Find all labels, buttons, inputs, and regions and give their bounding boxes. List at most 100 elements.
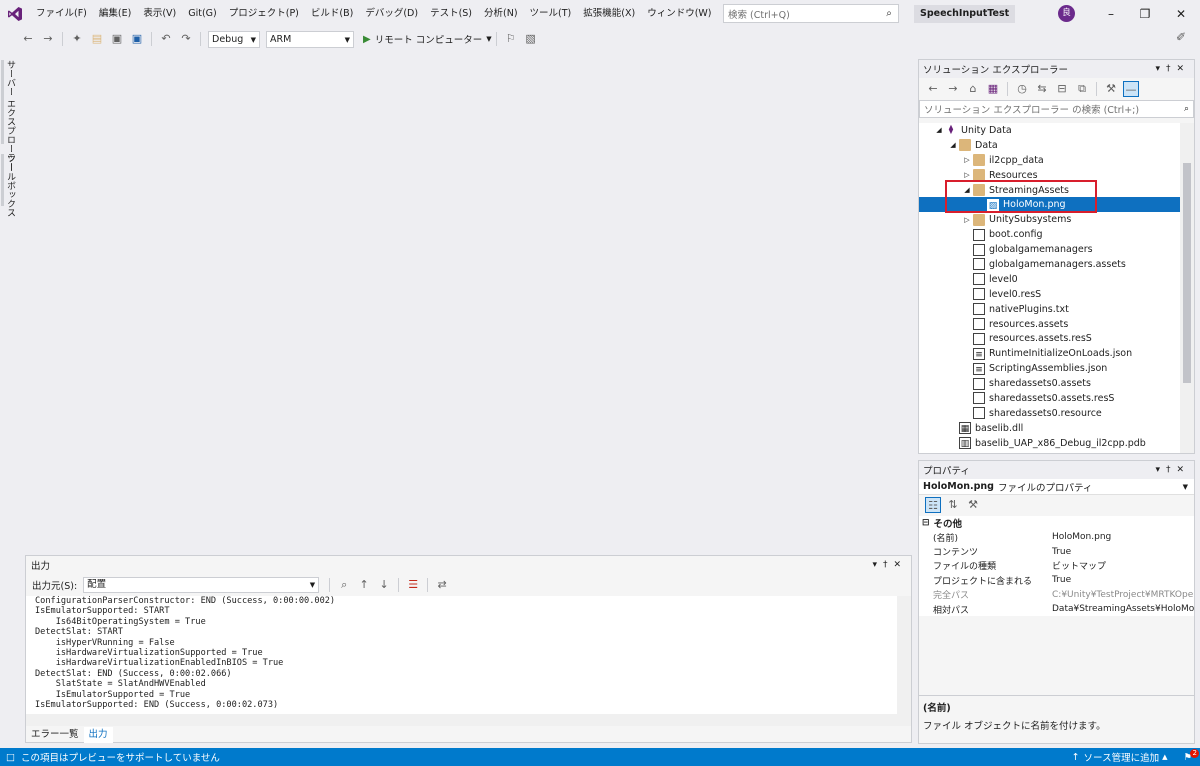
- output-text[interactable]: ConfigurationParserConstructor: END (Suc…: [26, 596, 897, 714]
- tree-item[interactable]: level0.resS: [919, 287, 1181, 302]
- property-row[interactable]: 完全パス C:¥Unity¥TestProject¥MRTKOpenX: [919, 588, 1194, 602]
- run-remote-button[interactable]: ▶ リモート コンピューター ▼: [363, 32, 492, 47]
- pending-changes-icon[interactable]: ◷: [1014, 81, 1030, 97]
- property-value[interactable]: Data¥StreamingAssets¥HoloMon: [1049, 604, 1194, 614]
- switch-views-icon[interactable]: ▦: [985, 81, 1001, 97]
- find-message-icon[interactable]: ⌕: [336, 577, 352, 593]
- show-all-files-icon[interactable]: ⧉: [1074, 81, 1090, 97]
- source-control-button[interactable]: ソース管理に追加: [1084, 750, 1160, 764]
- tree-item[interactable]: ≡ RuntimeInitializeOnLoads.json: [919, 346, 1181, 361]
- collapse-all-icon[interactable]: ⊟: [1054, 81, 1070, 97]
- tree-item[interactable]: resources.assets: [919, 317, 1181, 332]
- clear-all-icon[interactable]: ☰: [405, 577, 421, 593]
- property-row[interactable]: 相対パス Data¥StreamingAssets¥HoloMon: [919, 602, 1194, 616]
- search-icon[interactable]: ⌕: [880, 8, 898, 19]
- property-row[interactable]: プロジェクトに含まれる True: [919, 573, 1194, 587]
- menu-item[interactable]: 編集(E): [93, 0, 137, 28]
- categorized-icon[interactable]: ☷: [925, 497, 941, 513]
- output-source-select[interactable]: 配置 ▼: [83, 577, 320, 593]
- maximize-icon[interactable]: ❐: [1128, 0, 1162, 28]
- back-icon[interactable]: ←: [20, 31, 36, 47]
- save-icon[interactable]: ▣: [109, 31, 125, 47]
- tree-item[interactable]: ◢ Data: [919, 138, 1181, 153]
- collapsed-arrow-icon[interactable]: ▷: [961, 171, 973, 179]
- previous-message-icon[interactable]: ↑: [356, 577, 372, 593]
- toolbox-tab[interactable]: ツールボックス: [4, 154, 17, 217]
- tab-output[interactable]: 出力: [83, 727, 113, 743]
- screenshot-icon[interactable]: ▧: [523, 31, 539, 47]
- tree-item[interactable]: globalgamemanagers: [919, 242, 1181, 257]
- tree-item[interactable]: ▷ UnitySubsystems: [919, 212, 1181, 227]
- menu-item[interactable]: 拡張機能(X): [577, 0, 641, 28]
- menu-item[interactable]: Git(G): [182, 0, 223, 28]
- menu-item[interactable]: テスト(S): [424, 0, 478, 28]
- menu-item[interactable]: ツール(T): [524, 0, 578, 28]
- user-avatar[interactable]: 良: [1058, 5, 1075, 22]
- new-project-icon[interactable]: ✦: [69, 31, 85, 47]
- minimize-icon[interactable]: –: [1094, 0, 1128, 28]
- property-value[interactable]: HoloMon.png: [1049, 532, 1194, 542]
- solution-name-badge[interactable]: SpeechInputTest: [914, 5, 1016, 23]
- property-value[interactable]: True: [1049, 575, 1194, 585]
- search-icon[interactable]: ⌕: [1184, 104, 1189, 114]
- alphabetical-icon[interactable]: ⇅: [945, 497, 961, 513]
- expanded-arrow-icon[interactable]: ◢: [947, 141, 959, 149]
- menu-item[interactable]: ウィンドウ(W): [641, 0, 717, 28]
- tree-item[interactable]: nativePlugins.txt: [919, 302, 1181, 317]
- forward-icon[interactable]: →: [945, 81, 961, 97]
- tree-item[interactable]: ▷ il2cpp_data: [919, 153, 1181, 168]
- tree-item[interactable]: ≡ ScriptingAssemblies.json: [919, 361, 1181, 376]
- properties-wrench-icon[interactable]: ⚒: [1103, 81, 1119, 97]
- menu-item[interactable]: 表示(V): [137, 0, 182, 28]
- menu-item[interactable]: デバッグ(D): [359, 0, 424, 28]
- save-all-icon[interactable]: ▣: [129, 31, 145, 47]
- tree-item[interactable]: ◢ ⧫ Unity Data: [919, 123, 1181, 138]
- tree-item[interactable]: ▦ baselib.dll: [919, 421, 1181, 436]
- redo-icon[interactable]: ↷: [178, 31, 194, 47]
- output-vertical-scrollbar[interactable]: [897, 596, 911, 726]
- tree-item[interactable]: sharedassets0.assets: [919, 376, 1181, 391]
- tree-item[interactable]: ▥ baselib_UAP_x86_Debug_il2cpp.pdb: [919, 436, 1181, 451]
- tree-item[interactable]: level0: [919, 272, 1181, 287]
- properties-object-select[interactable]: HoloMon.png ファイルのプロパティ ▼: [919, 479, 1194, 495]
- open-folder-icon[interactable]: ▤: [89, 31, 105, 47]
- property-row[interactable]: ファイルの種類 ビットマップ: [919, 559, 1194, 573]
- menu-item[interactable]: ビルド(B): [305, 0, 359, 28]
- search-input[interactable]: 検索 (Ctrl+Q) ⌕: [723, 4, 899, 23]
- next-message-icon[interactable]: ↓: [376, 577, 392, 593]
- property-row[interactable]: (名前) HoloMon.png: [919, 530, 1194, 544]
- tree-item[interactable]: resources.assets.resS: [919, 331, 1181, 346]
- find-in-files-icon[interactable]: ⚐: [503, 31, 519, 47]
- output-horizontal-scrollbar[interactable]: [26, 714, 897, 726]
- property-row[interactable]: コンテンツ True: [919, 544, 1194, 559]
- tree-item[interactable]: sharedassets0.assets.resS: [919, 391, 1181, 406]
- menu-item[interactable]: 分析(N): [478, 0, 524, 28]
- expanded-arrow-icon[interactable]: ◢: [933, 126, 945, 134]
- tab-error-list[interactable]: エラー一覧: [26, 727, 84, 743]
- tree-item[interactable]: globalgamemanagers.assets: [919, 257, 1181, 272]
- property-category[interactable]: ⊟ その他: [919, 516, 1194, 530]
- forward-icon[interactable]: →: [40, 31, 56, 47]
- visual-studio-logo-icon[interactable]: [0, 0, 30, 28]
- close-icon[interactable]: ✕: [1164, 0, 1198, 28]
- notifications-icon[interactable]: ⚑ 2: [1183, 748, 1199, 763]
- platform-select[interactable]: ARM ▼: [266, 30, 354, 48]
- panel-window-buttons[interactable]: ▾†✕: [1155, 461, 1190, 479]
- tree-item[interactable]: boot.config: [919, 227, 1181, 242]
- collapsed-arrow-icon[interactable]: ▷: [961, 156, 973, 164]
- collapse-icon[interactable]: ⊟: [922, 518, 930, 528]
- menu-item[interactable]: プロジェクト(P): [223, 0, 305, 28]
- undo-icon[interactable]: ↶: [158, 31, 174, 47]
- panel-window-buttons[interactable]: ▾†✕: [1155, 60, 1190, 78]
- property-pages-icon[interactable]: ⚒: [965, 497, 981, 513]
- property-value[interactable]: True: [1049, 547, 1194, 557]
- feedback-icon[interactable]: ✐: [1176, 30, 1186, 44]
- property-value[interactable]: ビットマップ: [1049, 559, 1194, 572]
- home-icon[interactable]: ⌂: [965, 81, 981, 97]
- configuration-select[interactable]: Debug ▼: [208, 30, 260, 48]
- word-wrap-icon[interactable]: ⇄: [434, 577, 450, 593]
- collapsed-arrow-icon[interactable]: ▷: [961, 216, 973, 224]
- tree-item[interactable]: sharedassets0.resource: [919, 406, 1181, 421]
- panel-window-buttons[interactable]: ▾†✕: [872, 556, 907, 574]
- back-icon[interactable]: ←: [925, 81, 941, 97]
